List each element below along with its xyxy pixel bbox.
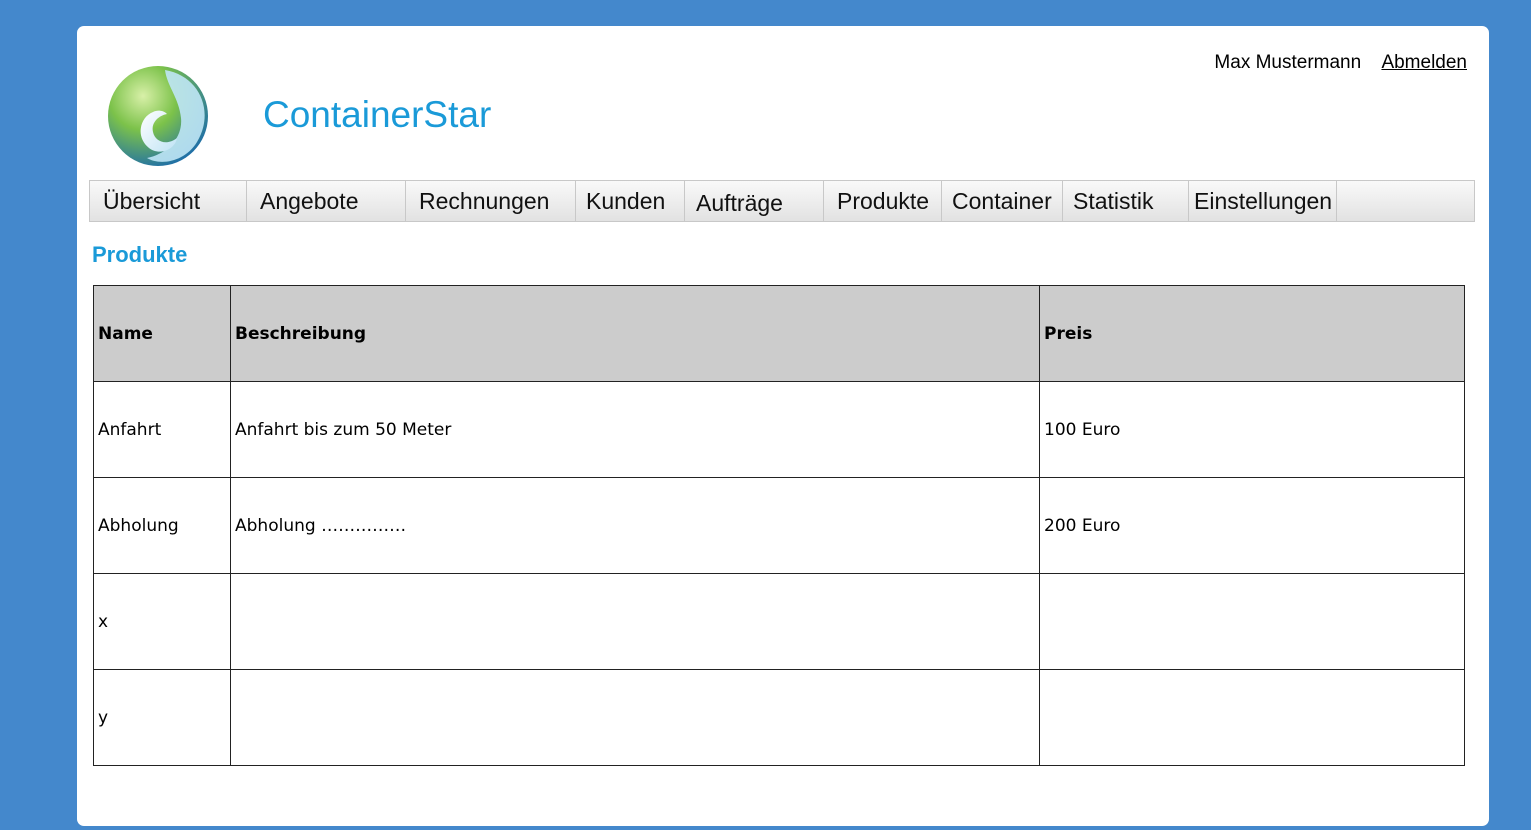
logout-link[interactable]: Abmelden: [1381, 52, 1467, 73]
table-header-row: Name Beschreibung Preis: [93, 285, 1465, 382]
products-table-wrap: Name Beschreibung Preis Anfahrt Anfahrt …: [93, 285, 1465, 766]
products-table: Name Beschreibung Preis Anfahrt Anfahrt …: [93, 285, 1465, 766]
cell-price: [1039, 669, 1465, 766]
containerstar-logo: [108, 66, 208, 166]
section-title: Produkte: [92, 242, 188, 267]
nav-item-auftraege[interactable]: Aufträge: [685, 181, 824, 221]
cell-price: [1039, 573, 1465, 670]
app-title: ContainerStar: [263, 94, 492, 135]
cell-name: Abholung: [93, 477, 231, 574]
column-header-description: Beschreibung: [230, 285, 1040, 382]
main-nav: Übersicht Angebote Rechnungen Kunden Auf…: [89, 180, 1475, 222]
column-header-price: Preis: [1039, 285, 1465, 382]
cell-description: Anfahrt bis zum 50 Meter: [230, 381, 1040, 478]
user-name: Max Mustermann: [1214, 52, 1362, 73]
cell-description: Abholung ……………: [230, 477, 1040, 574]
nav-item-rechnungen[interactable]: Rechnungen: [406, 181, 576, 221]
nav-item-einstellungen[interactable]: Einstellungen: [1189, 181, 1337, 221]
page-container: ContainerStar Max Mustermann Abmelden Üb…: [77, 26, 1489, 826]
table-row[interactable]: x: [93, 573, 1465, 670]
cell-description: [230, 669, 1040, 766]
column-header-name: Name: [93, 285, 231, 382]
cell-price: 200 Euro: [1039, 477, 1465, 574]
nav-item-container[interactable]: Container: [942, 181, 1063, 221]
nav-item-uebersicht[interactable]: Übersicht: [90, 181, 247, 221]
nav-item-statistik[interactable]: Statistik: [1063, 181, 1189, 221]
nav-item-angebote[interactable]: Angebote: [247, 181, 406, 221]
user-area: Max Mustermann Abmelden: [1214, 52, 1467, 74]
cell-price: 100 Euro: [1039, 381, 1465, 478]
table-row[interactable]: Abholung Abholung …………… 200 Euro: [93, 477, 1465, 574]
cell-description: [230, 573, 1040, 670]
cell-name: y: [93, 669, 231, 766]
table-row[interactable]: y: [93, 669, 1465, 766]
nav-item-kunden[interactable]: Kunden: [576, 181, 685, 221]
cell-name: Anfahrt: [93, 381, 231, 478]
table-row[interactable]: Anfahrt Anfahrt bis zum 50 Meter 100 Eur…: [93, 381, 1465, 478]
nav-item-produkte[interactable]: Produkte: [824, 181, 942, 221]
cell-name: x: [93, 573, 231, 670]
nav-filler: [1337, 181, 1474, 221]
